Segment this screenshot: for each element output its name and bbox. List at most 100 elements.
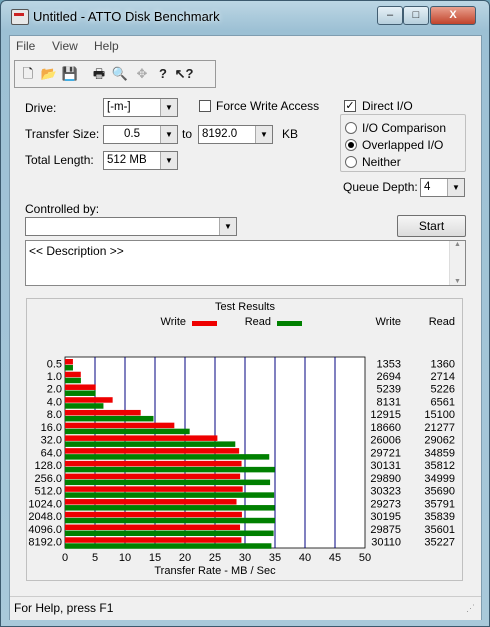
new-icon[interactable]: 🗋 — [18, 64, 38, 84]
write-bar — [65, 511, 242, 518]
chevron-down-icon[interactable]: ▼ — [219, 218, 236, 235]
scroll-down-icon[interactable]: ▼ — [450, 278, 465, 285]
legend-write-label: Write — [161, 316, 186, 328]
maximize-button[interactable]: □ — [403, 6, 429, 25]
status-text: For Help, press F1 — [14, 601, 114, 615]
write-bar — [65, 422, 175, 429]
move-icon: ✥ — [136, 66, 148, 81]
write-bar — [65, 384, 96, 390]
start-button[interactable]: Start — [397, 215, 466, 237]
transfer-size-label: Transfer Size: — [25, 127, 100, 141]
print-preview-icon[interactable]: 🔍 — [110, 64, 130, 84]
read-value: 35601 — [424, 524, 455, 536]
x-tick-label: 30 — [239, 552, 251, 564]
save-icon[interactable]: 💾 — [60, 64, 80, 84]
direct-io-checkbox[interactable]: ✓ — [344, 100, 356, 112]
chevron-down-icon[interactable]: ▼ — [160, 126, 177, 143]
total-length-select[interactable]: 512 MB ▼ — [103, 151, 178, 170]
read-value: 35227 — [424, 537, 455, 549]
x-tick-label: 40 — [299, 552, 311, 564]
x-tick-label: 0 — [62, 552, 68, 564]
kb-label: KB — [282, 127, 299, 141]
context-help-icon[interactable]: ↖? — [174, 64, 194, 84]
read-value: 35839 — [424, 511, 455, 523]
to-label: to — [182, 127, 193, 141]
x-tick-label: 45 — [329, 552, 341, 564]
open-icon[interactable]: 📂 — [39, 64, 59, 84]
x-tick-label: 15 — [149, 552, 161, 564]
toolbar: 🗋 📂 💾 🖶 🔍 ✥ ? ↖? — [14, 60, 216, 88]
drive-label: Drive: — [25, 101, 57, 115]
io-comparison-label: I/O Comparison — [362, 121, 447, 135]
controlled-by-select[interactable]: ▼ — [25, 217, 237, 236]
total-length-label: Total Length: — [25, 153, 94, 167]
chart-title: Test Results — [215, 301, 275, 313]
description-box[interactable]: << Description >> ▲ ▼ — [25, 240, 466, 286]
transfer-from-value: 0.5 — [124, 128, 140, 140]
category-label: 64.0 — [41, 447, 62, 459]
write-bar — [65, 435, 218, 441]
close-button[interactable]: X — [430, 6, 476, 25]
force-write-label: Force Write Access — [216, 99, 320, 113]
client-area: File View Help 🗋 📂 💾 🖶 🔍 ✥ ? ↖? Drive: [… — [9, 35, 482, 620]
window-title: Untitled - ATTO Disk Benchmark — [33, 9, 220, 24]
queue-depth-value: 4 — [424, 181, 431, 193]
total-length-value: 512 MB — [107, 154, 147, 166]
overlapped-io-label: Overlapped I/O — [362, 138, 444, 152]
transfer-to-value: 8192.0 — [202, 128, 238, 140]
x-tick-label: 50 — [359, 552, 371, 564]
test-results-panel: Test Results Write Read Write Read 0 5 10 15 20 25… — [26, 298, 463, 581]
read-value: 21277 — [424, 422, 455, 434]
radio-overlapped-io[interactable] — [345, 139, 357, 151]
x-tick-label: 25 — [209, 552, 221, 564]
print-icon[interactable]: 🖶 — [89, 64, 109, 84]
menu-file[interactable]: File — [16, 39, 35, 53]
category-label: 2.0 — [47, 384, 62, 396]
radio-io-comparison[interactable] — [345, 122, 357, 134]
read-bar — [65, 517, 275, 524]
transfer-to-select[interactable]: 8192.0 ▼ — [198, 125, 273, 144]
direct-io-label: Direct I/O — [362, 99, 413, 113]
chevron-down-icon[interactable]: ▼ — [255, 126, 272, 143]
category-label: 1.0 — [47, 371, 62, 383]
queue-depth-select[interactable]: 4 ▼ — [420, 178, 465, 197]
minimize-button[interactable]: – — [377, 6, 403, 25]
category-label: 2048.0 — [28, 511, 62, 523]
chevron-down-icon[interactable]: ▼ — [447, 179, 464, 196]
write-value: 29890 — [370, 473, 401, 485]
category-label: 8192.0 — [28, 537, 62, 549]
title-bar[interactable]: Untitled - ATTO Disk Benchmark – □ X — [1, 1, 489, 31]
write-value: 8131 — [377, 396, 401, 408]
drive-select[interactable]: [-m-] ▼ — [103, 98, 178, 117]
read-bar — [65, 441, 236, 447]
radio-neither[interactable] — [345, 156, 357, 168]
app-icon[interactable] — [11, 9, 29, 25]
help-icon[interactable]: ? — [153, 64, 173, 84]
write-bar — [65, 499, 237, 505]
write-value: 30195 — [370, 511, 401, 523]
force-write-checkbox[interactable] — [199, 100, 211, 112]
read-bar — [65, 543, 272, 549]
write-value: 12915 — [370, 409, 401, 421]
write-value: 30110 — [371, 537, 401, 549]
menu-bar: File View Help — [10, 36, 481, 56]
description-scrollbar[interactable]: ▲ ▼ — [449, 241, 465, 285]
chevron-down-icon[interactable]: ▼ — [160, 99, 177, 116]
column-header-write: Write — [376, 316, 401, 328]
menu-view[interactable]: View — [52, 39, 78, 53]
write-bar — [65, 397, 113, 403]
category-label: 8.0 — [47, 409, 62, 421]
menu-help[interactable]: Help — [94, 39, 119, 53]
write-bar — [65, 359, 73, 365]
read-bar — [65, 479, 271, 486]
resize-grip-icon[interactable]: ⋰ — [466, 603, 475, 614]
x-axis-label: Transfer Rate - MB / Sec — [154, 565, 276, 577]
queue-depth-label: Queue Depth: — [343, 180, 418, 194]
read-value: 29062 — [424, 435, 455, 447]
controlled-by-label: Controlled by: — [25, 202, 100, 216]
chevron-down-icon[interactable]: ▼ — [160, 152, 177, 169]
x-tick-label: 10 — [119, 552, 131, 564]
transfer-from-select[interactable]: 0.5 ▼ — [103, 125, 178, 144]
write-value: 29273 — [370, 498, 401, 510]
scroll-up-icon[interactable]: ▲ — [450, 241, 465, 248]
